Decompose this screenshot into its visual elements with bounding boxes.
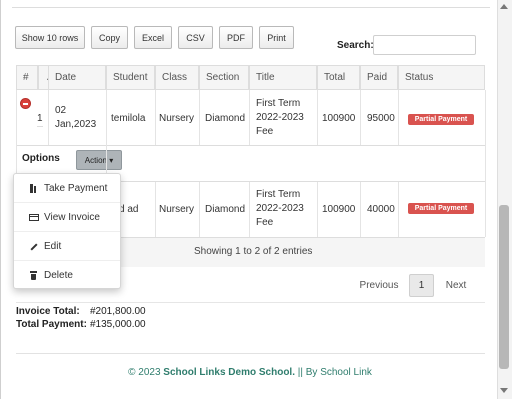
row-title: First Term 2022-2023 Fee	[256, 98, 304, 137]
column-divider	[199, 90, 200, 145]
footer-divider	[16, 353, 485, 354]
row-total: 100900	[322, 113, 356, 124]
header-total[interactable]: Total	[317, 65, 360, 90]
header-num[interactable]: #	[16, 65, 38, 90]
menu-item-edit[interactable]: Edit	[14, 232, 120, 261]
action-dropdown-menu: Take Payment View Invoice Edit Delete	[13, 173, 121, 289]
column-divider	[398, 182, 399, 237]
collapse-row-icon[interactable]	[20, 98, 31, 109]
menu-item-label: Edit	[44, 240, 62, 252]
row-class: Nursery	[159, 204, 195, 215]
header-student[interactable]: Student	[106, 65, 155, 90]
previous-page-button[interactable]: Previous	[352, 274, 406, 297]
invoice-total-label: Invoice Total:	[16, 306, 80, 317]
menu-item-view-invoice[interactable]: View Invoice	[14, 203, 120, 232]
total-payment-value: #135,000.00	[90, 319, 146, 330]
row-number: 1	[37, 112, 43, 127]
row-paid: 95000	[367, 113, 395, 124]
column-divider	[398, 90, 399, 145]
column-divider	[155, 182, 156, 237]
header-status[interactable]: Status	[398, 65, 485, 90]
excel-button[interactable]: Excel	[134, 26, 172, 49]
menu-item-label: View Invoice	[44, 211, 100, 223]
column-divider	[360, 90, 361, 145]
copy-button[interactable]: Copy	[91, 26, 128, 49]
footer: © 2023 School Links Demo School. || By S…	[0, 367, 500, 378]
row-section: Diamond	[205, 204, 246, 215]
options-label: Options	[22, 153, 60, 164]
menu-item-label: Delete	[44, 270, 73, 281]
menu-item-label: Take Payment	[44, 182, 108, 194]
show-rows-button[interactable]: Show 10 rows	[15, 26, 85, 49]
trash-icon	[29, 271, 38, 280]
row-student: temilola	[111, 113, 146, 124]
column-divider	[199, 182, 200, 237]
receipt-icon	[29, 183, 38, 193]
pencil-icon	[29, 242, 38, 251]
header-paid[interactable]: Paid	[360, 65, 398, 90]
table-border-right	[485, 90, 486, 237]
row-date: 02 Jan,2023	[55, 105, 97, 130]
csv-button[interactable]: CSV	[178, 26, 213, 49]
menu-item-take-payment[interactable]: Take Payment	[14, 174, 120, 203]
column-divider	[249, 182, 250, 237]
column-divider	[317, 90, 318, 145]
next-page-button[interactable]: Next	[436, 274, 476, 297]
table-info: Showing 1 to 2 of 2 entries	[194, 246, 313, 257]
row-paid: 40000	[367, 204, 395, 215]
status-badge: Partial Payment	[408, 203, 474, 214]
header-title[interactable]: Title	[249, 65, 317, 90]
column-divider	[360, 182, 361, 237]
pdf-button[interactable]: PDF	[219, 26, 253, 49]
row-title: First Term 2022-2023 Fee	[256, 189, 304, 228]
row-section: Diamond	[205, 113, 246, 124]
header-class[interactable]: Class	[155, 65, 199, 90]
page-1-button[interactable]: 1	[409, 274, 434, 297]
header-date[interactable]: Date	[48, 65, 106, 90]
scroll-up-icon[interactable]	[500, 4, 508, 9]
divider	[16, 302, 485, 303]
column-divider	[155, 90, 156, 145]
menu-item-delete[interactable]: Delete	[14, 261, 120, 290]
footer-school-link[interactable]: School Links Demo School.	[163, 367, 295, 378]
header-section[interactable]: Section	[199, 65, 249, 90]
card-icon	[29, 213, 39, 222]
print-button[interactable]: Print	[259, 26, 294, 49]
scroll-down-icon[interactable]	[500, 388, 508, 393]
status-badge: Partial Payment	[408, 114, 474, 125]
search-input[interactable]	[373, 35, 476, 55]
column-divider	[317, 182, 318, 237]
column-divider	[48, 90, 49, 145]
totals-block: Invoice Total: #201,800.00 Total Payment:…	[16, 305, 146, 331]
invoice-total-value: #201,800.00	[90, 306, 146, 317]
scrollbar-thumb[interactable]	[499, 205, 509, 369]
search-label: Search:	[337, 40, 374, 51]
top-border	[12, 0, 490, 8]
row-class: Nursery	[159, 113, 195, 124]
caret-down-icon: ▾	[109, 155, 114, 165]
footer-credit: || By School Link	[297, 367, 372, 378]
footer-copyright: © 2023	[128, 367, 161, 378]
row-total: 100900	[322, 204, 356, 215]
total-payment-label: Total Payment:	[16, 319, 87, 330]
action-button[interactable]: Action ▾	[76, 150, 122, 170]
column-divider	[249, 90, 250, 145]
